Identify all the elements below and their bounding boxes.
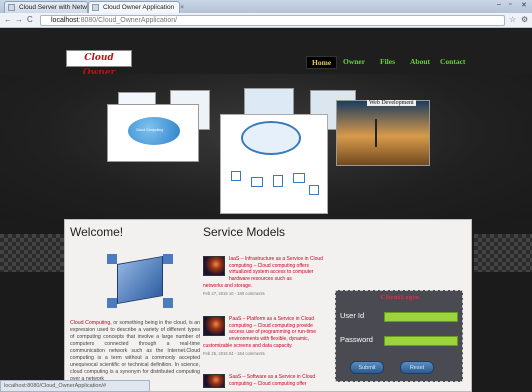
url-path: :8080/Cloud_OwnerApplication/: [78, 17, 178, 24]
service-thumbnail[interactable]: [203, 256, 225, 276]
site-header: Cloud Owner Home Owner Files About Conta…: [0, 29, 532, 78]
nav-contact[interactable]: Contact: [440, 57, 465, 66]
cloud-label: Cloud Computing: [136, 128, 164, 132]
device-icon: [273, 175, 283, 187]
service-text[interactable]: SaaS – Software as a Service in Cloud co…: [229, 374, 329, 387]
welcome-body: or something being in the cloud, is an e…: [70, 320, 200, 382]
web-page: Cloud Owner Home Owner Files About Conta…: [0, 29, 532, 392]
welcome-text: Cloud Computing, or something being in t…: [70, 320, 200, 383]
device-icon: [231, 171, 241, 181]
client-login-box: ClientLogin User Id Password Submit Rese…: [335, 290, 463, 382]
nav-about[interactable]: About: [410, 57, 430, 66]
status-bar: localhost:8080/Cloud_OwnerApplication/#: [0, 380, 150, 392]
device-icon: [309, 185, 319, 195]
service-models-title: Service Models: [203, 225, 286, 239]
browser-tabbar: Cloud Server with Netw× Cloud Owner Appl…: [0, 0, 532, 13]
nav-files[interactable]: Files: [380, 57, 395, 66]
tab-label: Cloud Owner Application: [103, 4, 175, 11]
service-thumbnail[interactable]: [203, 316, 225, 336]
service-meta: Feb 25, 2015 04 - 154 comments: [203, 351, 265, 356]
nav-home[interactable]: Home: [306, 56, 338, 69]
service-text[interactable]: IaaS – Infrastructure as a Service in Cl…: [229, 256, 329, 282]
welcome-highlight[interactable]: Cloud Computing,: [70, 320, 112, 326]
minimize-icon[interactable]: –: [497, 1, 501, 8]
bookmark-star-icon[interactable]: ☆: [509, 15, 516, 24]
password-input[interactable]: [384, 336, 458, 346]
reload-icon[interactable]: C: [27, 15, 33, 24]
login-title: ClientLogin: [380, 294, 420, 301]
service-item: IaaS – Infrastructure as a Service in Cl…: [203, 256, 333, 308]
decorative-pattern: [474, 234, 532, 272]
close-icon[interactable]: ×: [180, 4, 184, 11]
page-icon: [8, 4, 15, 11]
virtual-box-icon: [105, 250, 175, 312]
address-bar[interactable]: localhost:8080/Cloud_OwnerApplication/: [40, 15, 505, 26]
user-id-input[interactable]: [384, 312, 458, 322]
service-item: SaaS – Software as a Service in Cloud co…: [203, 374, 333, 392]
image-slider: Cloud Computing Web Development ‹›: [0, 74, 532, 258]
window-close-icon[interactable]: ✕: [521, 1, 527, 9]
password-label: Password: [340, 335, 373, 344]
device-icon: [251, 177, 263, 187]
slide-caption: Web Development: [367, 100, 416, 106]
service-text-cont[interactable]: customizable screens and data capacity.: [203, 343, 333, 350]
slide-center[interactable]: [220, 114, 328, 214]
forward-icon[interactable]: →: [15, 15, 23, 24]
decorative-pattern: [0, 234, 64, 272]
reset-button[interactable]: Reset: [400, 361, 434, 374]
back-icon[interactable]: ←: [4, 15, 12, 24]
service-text[interactable]: PaaS – Platform as a Service in Cloud co…: [229, 316, 329, 342]
tab-label: Cloud Server with Netw: [19, 4, 87, 11]
welcome-title: Welcome!: [70, 225, 124, 239]
tab-cloud-owner[interactable]: Cloud Owner Application ×: [88, 1, 184, 13]
site-logo[interactable]: Cloud Owner: [66, 50, 132, 78]
content-panel: Welcome! Cloud Computing, or something b…: [64, 219, 472, 392]
submit-button[interactable]: Submit: [350, 361, 384, 374]
user-id-label: User Id: [340, 311, 365, 320]
service-text-cont[interactable]: networks and storage.: [203, 283, 333, 290]
tab-cloud-server[interactable]: Cloud Server with Netw×: [4, 1, 97, 13]
slide-left[interactable]: Cloud Computing: [107, 104, 199, 162]
url-host: localhost: [51, 17, 79, 24]
settings-wrench-icon[interactable]: ⚙: [521, 15, 528, 24]
service-item: PaaS – Platform as a Service in Cloud co…: [203, 316, 333, 368]
device-icon: [293, 173, 305, 183]
service-meta: Feb 27, 2015 10 - 180 comments: [203, 291, 265, 296]
cloud-icon: [241, 121, 301, 155]
slide-right[interactable]: Web Development: [336, 100, 430, 166]
boat-mast-icon: [375, 119, 377, 147]
page-icon: [92, 4, 99, 11]
nav-owner[interactable]: Owner: [343, 57, 365, 66]
maximize-icon[interactable]: ▫: [509, 1, 511, 8]
service-thumbnail[interactable]: [203, 374, 225, 388]
browser-toolbar: ← → C localhost:8080/Cloud_OwnerApplicat…: [0, 13, 532, 28]
